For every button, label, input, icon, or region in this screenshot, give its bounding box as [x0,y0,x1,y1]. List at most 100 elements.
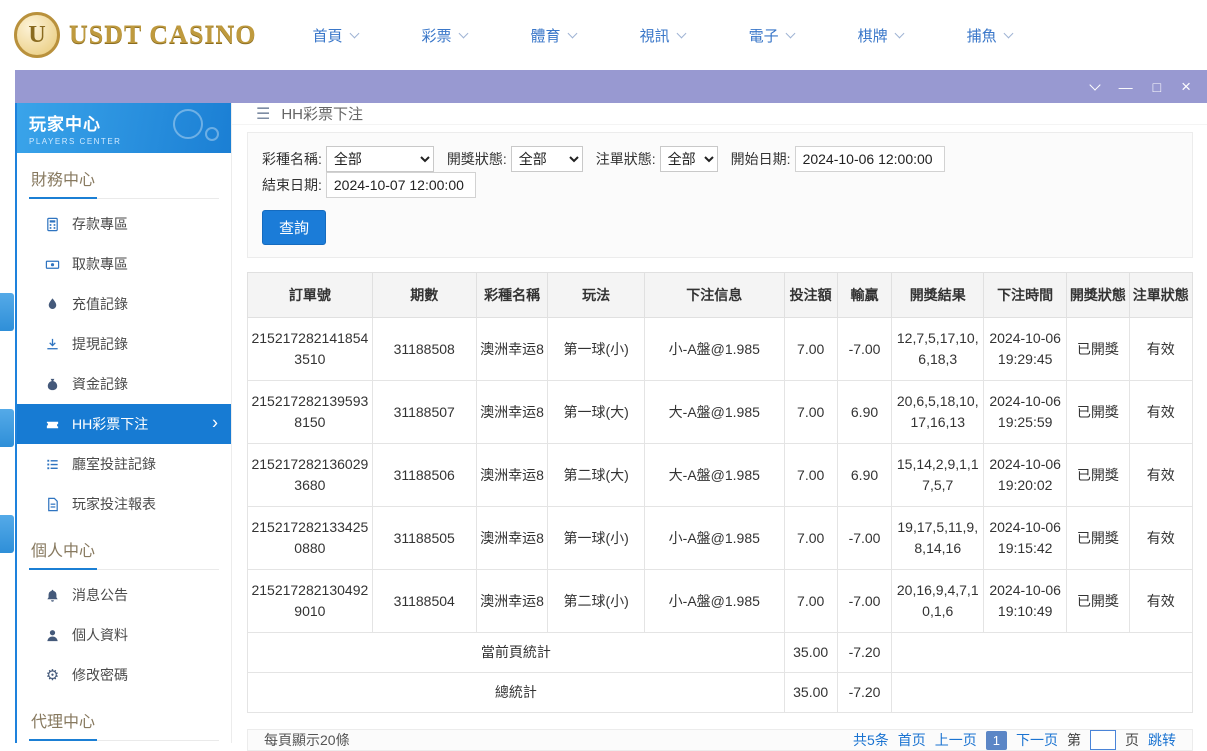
site-logo[interactable]: U USDT CASINO [14,12,257,58]
window-close-button[interactable]: × [1181,78,1191,95]
lottery-name-select[interactable]: 全部 [325,146,434,172]
background-partial-tile [0,515,14,553]
first-page-link[interactable]: 首页 [898,730,926,750]
sidebar-item-withdraw-records[interactable]: 提現記錄 [17,324,231,364]
menu-icon[interactable]: ☰ [256,104,270,124]
background-partial-tile [0,293,14,331]
cell-order-status: 有效 [1128,569,1194,633]
start-date-input[interactable] [794,146,945,172]
page-summary-label: 當前頁統計 [247,632,785,673]
cell-lottery: 澳洲幸运8 [475,569,549,633]
col-order-status: 注單狀態 [1128,272,1194,318]
cell-play: 第一球(大) [547,380,645,444]
chevron-down-icon [1003,28,1014,38]
nav-item-live[interactable]: 視訊 [640,25,687,46]
current-page-button[interactable]: 1 [985,730,1007,750]
col-play: 玩法 [547,272,645,318]
sidebar-item-deposit[interactable]: 存款專區 [17,204,231,244]
sidebar-item-hall-bet-records[interactable]: 廳室投註記錄 [17,444,231,484]
sidebar-item-change-password[interactable]: ⚙ 修改密碼 [17,655,231,695]
page-jump-input[interactable] [1090,730,1116,750]
window-maximize-button[interactable]: □ [1153,80,1161,94]
col-result: 開獎結果 [891,272,985,318]
window-collapse-button[interactable] [1088,78,1101,91]
draw-status-select[interactable]: 全部 [510,146,583,172]
table-footer: 每頁顯示20條 共5条 首页 上一页 1 下一页 第 页 跳转 [247,729,1193,751]
window-titlebar: — □ × [15,70,1207,103]
decor-circle-icon [205,127,219,141]
cell-lottery: 澳洲幸运8 [475,317,549,381]
withdraw-record-icon [44,337,61,352]
col-order-no: 訂單號 [247,272,373,318]
chevron-down-icon [1088,78,1101,91]
cell-order-status: 有效 [1128,380,1194,444]
col-lottery: 彩種名稱 [475,272,549,318]
bets-table: 訂單號 期數 彩種名稱 玩法 下注信息 投注額 輸贏 開獎結果 下注時間 開獎狀… [247,272,1194,713]
end-date-label: 結束日期: [262,177,322,193]
nav-item-slots[interactable]: 電子 [749,25,796,46]
jump-prefix-label: 第 [1067,732,1081,748]
search-button[interactable]: 查詢 [262,210,327,245]
total-summary-winloss: -7.20 [836,672,893,713]
lottery-ticket-icon [44,417,61,432]
recharge-record-icon [44,297,61,312]
order-status-select[interactable]: 全部 [659,146,718,172]
background-partial-tile [0,409,14,447]
sidebar-item-recharge-records[interactable]: 充值記錄 [17,284,231,324]
cell-draw-status: 已開獎 [1066,380,1130,444]
cell-bet-amount: 7.00 [783,443,838,507]
logo-badge-icon: U [14,12,60,58]
sidebar-item-profile[interactable]: 個人資料 [17,615,231,655]
cell-order-no: 2152172821360293680 [247,443,373,507]
cell-bet-time: 2024-10-06 19:10:49 [983,569,1068,633]
cell-winloss: -7.00 [836,506,893,570]
filter-panel: 彩種名稱: 全部 開獎狀態: 全部 注單狀態: 全部 開始日期: 結束日期: [247,132,1193,258]
sidebar-section-finance: 財務中心 [29,166,219,199]
cell-bet-time: 2024-10-06 19:29:45 [983,317,1068,381]
sidebar-item-withdrawal[interactable]: 取款專區 [17,244,231,284]
pagination: 共5条 首页 上一页 1 下一页 第 页 跳转 [853,730,1176,750]
cell-draw-status: 已開獎 [1066,506,1130,570]
cell-order-status: 有效 [1128,317,1194,381]
sidebar-item-announcements[interactable]: 消息公告 [17,575,231,615]
nav-item-sports[interactable]: 體育 [531,25,578,46]
cell-bet-info: 小-A盤@1.985 [643,506,785,570]
col-draw-status: 開獎狀態 [1066,272,1130,318]
window-minimize-button[interactable]: — [1119,80,1133,94]
cell-draw-status: 已開獎 [1066,443,1130,507]
chevron-down-icon [785,28,796,38]
chevron-down-icon [676,28,687,38]
cell-bet-info: 小-A盤@1.985 [643,317,785,381]
lottery-name-label: 彩種名稱: [262,151,322,167]
jump-button[interactable]: 跳转 [1148,730,1176,750]
nav-item-lottery[interactable]: 彩票 [422,25,468,46]
nav-item-cards[interactable]: 棋牌 [858,25,905,46]
col-winloss: 輸贏 [836,272,893,318]
cell-period: 31188505 [371,506,477,570]
logo-text: USDT CASINO [69,20,257,49]
draw-status-label: 開獎狀態: [446,151,507,167]
sidebar-section-agent: 代理中心 [29,708,219,741]
table-row: 2152172821395938150 31188507 澳洲幸运8 第一球(大… [247,380,1194,444]
col-bet-time: 下注時間 [983,272,1068,318]
sidebar: 玩家中心 PLAYERS CENTER 財務中心 存款專區 取款專區 充值記錄 … [17,103,232,743]
cell-winloss: 6.90 [836,380,893,444]
sidebar-item-fund-records[interactable]: 資金記錄 [17,364,231,404]
cell-draw-status: 已開獎 [1066,317,1130,381]
start-date-label: 開始日期: [730,151,791,167]
person-icon [44,628,61,643]
end-date-input[interactable] [325,172,476,198]
order-status-label: 注單狀態: [595,151,656,167]
sidebar-item-player-bet-report[interactable]: 玩家投注報表 [17,484,231,524]
next-page-link[interactable]: 下一页 [1016,730,1058,750]
nav-item-home[interactable]: 首頁 [313,25,359,46]
cell-bet-time: 2024-10-06 19:25:59 [983,380,1068,444]
total-count-text: 共5条 [852,732,889,748]
table-header-row: 訂單號 期數 彩種名稱 玩法 下注信息 投注額 輸贏 開獎結果 下注時間 開獎狀… [247,272,1194,318]
prev-page-link[interactable]: 上一页 [935,730,977,750]
bell-icon [44,588,61,603]
sidebar-item-hh-lottery-bets[interactable]: HH彩票下注 [17,404,231,444]
cell-period: 31188508 [371,317,477,381]
nav-item-fishing[interactable]: 捕魚 [967,25,1014,46]
page-title: HH彩票下注 [281,106,364,123]
